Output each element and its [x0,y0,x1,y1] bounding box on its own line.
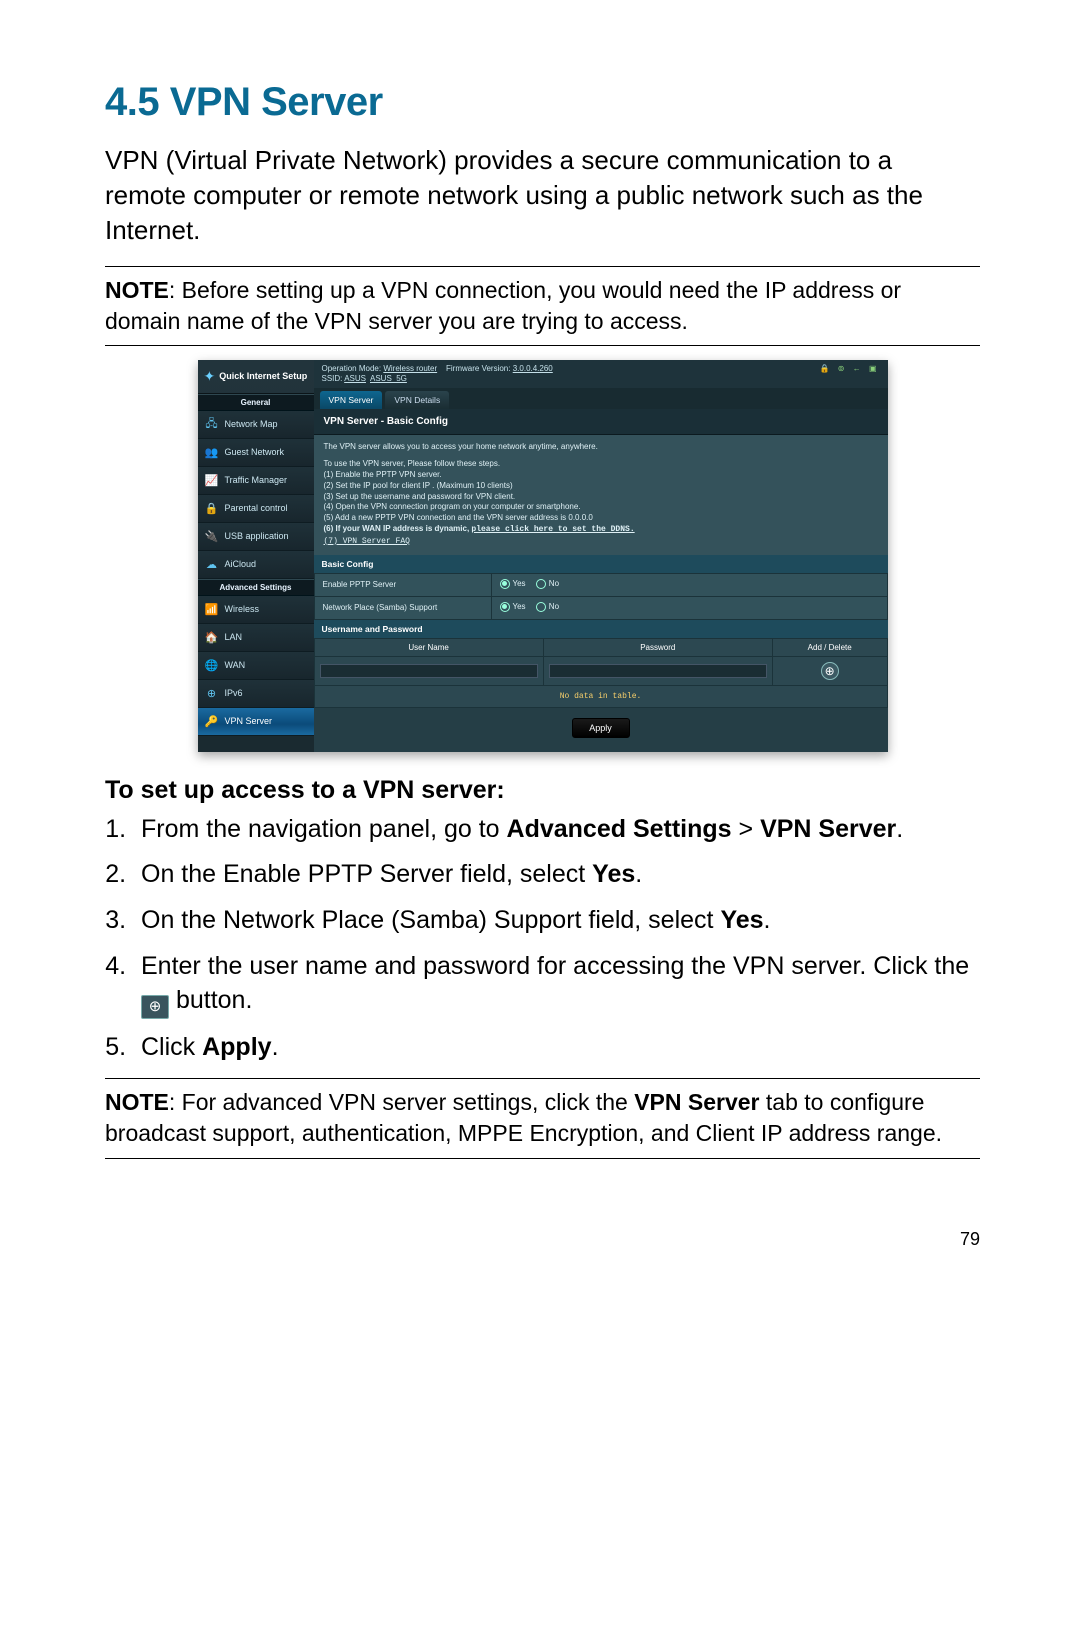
guest-icon: 👥 [205,445,219,459]
sidebar-item-network-map[interactable]: 🖧 Network Map [198,411,314,439]
panel-title: VPN Server - Basic Config [314,409,888,435]
cloud-icon: ☁ [205,557,219,571]
radio-pptp-yes[interactable]: Yes [500,579,526,589]
note-top: NOTE: Before setting up a VPN connection… [105,275,980,337]
sidebar-item-parental-control[interactable]: 🔒 Parental control [198,495,314,523]
sidebar-item-traffic-manager[interactable]: 📈 Traffic Manager [198,467,314,495]
radio-samba-no[interactable]: No [536,602,559,612]
ssid1: ASUS [344,374,366,383]
sidebar-item-vpn-server[interactable]: 🔑 VPN Server [198,708,314,736]
sidebar-section-advanced: Advanced Settings [198,579,314,596]
router-screenshot: ✦ Quick Internet Setup General 🖧 Network… [198,360,888,751]
basic-config-header: Basic Config [314,555,888,573]
home-icon: 🏠 [205,630,219,644]
radio-pptp-no[interactable]: No [536,579,559,589]
status-icons: 🔒 ⊚ ← ▣ [820,364,880,384]
wand-icon: ✦ [204,368,216,385]
op-mode-link[interactable]: Wireless router [383,364,437,373]
wifi-icon: 📶 [205,602,219,616]
step-3: On the Network Place (Samba) Support fie… [133,904,980,938]
sidebar: ✦ Quick Internet Setup General 🖧 Network… [198,360,314,751]
row-enable-pptp-label: Enable PPTP Server [314,573,491,596]
section-heading: 4.5 VPN Server [105,80,980,125]
sidebar-item-aicloud[interactable]: ☁ AiCloud [198,551,314,579]
username-password-header: Username and Password [314,620,888,638]
divider [105,1078,980,1079]
add-button[interactable]: ⊕ [821,662,839,680]
password-input[interactable] [549,664,767,678]
main-panel: Operation Mode: Wireless router Firmware… [314,360,888,751]
note-label: NOTE [105,277,169,303]
divider [105,1158,980,1159]
sidebar-item-guest-network[interactable]: 👥 Guest Network [198,439,314,467]
tab-row: VPN Server VPN Details [314,388,888,409]
note-bottom: NOTE: For advanced VPN server settings, … [105,1087,980,1149]
sidebar-item-lan[interactable]: 🏠 LAN [198,624,314,652]
step-5: Click Apply. [133,1031,980,1065]
intro-paragraph: VPN (Virtual Private Network) provides a… [105,143,980,248]
col-username: User Name [314,638,543,656]
ddns-link[interactable]: please click here to set the DDNS. [471,525,634,534]
ssid2: ASUS_5G [370,374,407,383]
tab-vpn-details[interactable]: VPN Details [385,391,449,409]
divider [105,345,980,346]
sidebar-item-usb-application[interactable]: 🔌 USB application [198,523,314,551]
divider [105,266,980,267]
sidebar-item-ipv6[interactable]: ⊕ IPv6 [198,680,314,708]
key-icon: 🔑 [205,714,219,728]
panel-description: The VPN server allows you to access your… [314,435,888,554]
lock-icon: 🔒 [205,501,219,515]
step-4: Enter the user name and password for acc… [133,950,980,1019]
no-data-label: No data in table. [314,686,888,708]
sidebar-item-wan[interactable]: 🌐 WAN [198,652,314,680]
quick-internet-setup[interactable]: ✦ Quick Internet Setup [198,360,314,394]
step-1: From the navigation panel, go to Advance… [133,813,980,847]
page-number: 79 [105,1229,980,1250]
sidebar-item-wireless[interactable]: 📶 Wireless [198,596,314,624]
globe-icon: 🌐 [205,658,219,672]
ipv6-icon: ⊕ [205,686,219,700]
sidebar-section-general: General [198,394,314,411]
fw-version-link[interactable]: 3.0.0.4.260 [513,364,553,373]
row-samba-label: Network Place (Samba) Support [314,596,491,619]
tab-vpn-server[interactable]: VPN Server [320,391,383,409]
username-input[interactable] [320,664,538,678]
faq-link[interactable]: (7) VPN Server FAQ [324,537,410,546]
topbar: Operation Mode: Wireless router Firmware… [314,360,888,388]
plus-icon: ⊕ [141,995,169,1019]
radio-samba-yes[interactable]: Yes [500,602,526,612]
network-icon: 🖧 [205,417,219,431]
setup-subheading: To set up access to a VPN server: [105,776,980,805]
traffic-icon: 📈 [205,473,219,487]
step-2: On the Enable PPTP Server field, select … [133,858,980,892]
col-password: Password [543,638,772,656]
col-add-delete: Add / Delete [772,638,887,656]
setup-steps-list: From the navigation panel, go to Advance… [105,813,980,1065]
apply-button[interactable]: Apply [572,718,630,738]
usb-icon: 🔌 [205,529,219,543]
